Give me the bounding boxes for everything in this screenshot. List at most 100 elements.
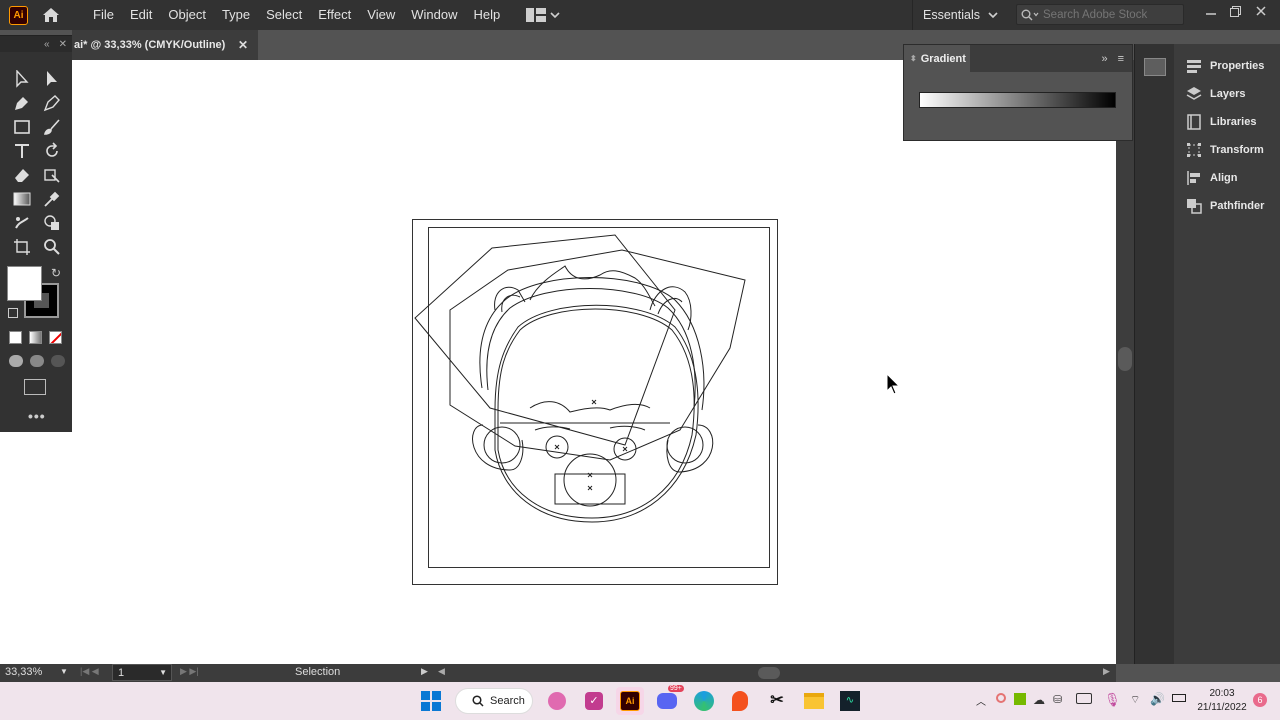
- gradient-mode-icon[interactable]: [29, 331, 42, 344]
- scroll-right-icon[interactable]: ▶: [1103, 666, 1110, 677]
- taskbar-app-pinned-2[interactable]: ✓: [580, 687, 608, 715]
- menu-edit[interactable]: Edit: [122, 0, 160, 30]
- paintbrush-tool[interactable]: [42, 117, 62, 137]
- chevron-down-icon[interactable]: ▼: [60, 667, 68, 676]
- document-tab[interactable]: ai* @ 33,33% (CMYK/Outline) ✕: [72, 30, 258, 60]
- storage-icon[interactable]: ⛁: [1053, 693, 1062, 706]
- close-panel-icon[interactable]: ✕: [59, 39, 67, 50]
- taskbar-search[interactable]: Search: [455, 688, 533, 714]
- menu-help[interactable]: Help: [465, 0, 508, 30]
- nvidia-icon[interactable]: [1014, 693, 1026, 705]
- screen-mode-icon[interactable]: [24, 379, 46, 395]
- eyedropper-tool[interactable]: [42, 189, 62, 209]
- show-hidden-icons-icon[interactable]: ︿: [976, 693, 986, 708]
- restore-button[interactable]: [1224, 0, 1246, 22]
- selection-tool[interactable]: [12, 69, 32, 89]
- draw-behind-icon[interactable]: [30, 355, 44, 367]
- menu-effect[interactable]: Effect: [310, 0, 359, 30]
- eraser-tool[interactable]: [12, 165, 32, 185]
- zoom-level[interactable]: 33,33%: [5, 666, 42, 678]
- menu-file[interactable]: File: [85, 0, 122, 30]
- gradient-tab[interactable]: ⬍ Gradient: [904, 45, 970, 72]
- rotate-tool[interactable]: [42, 141, 62, 161]
- panel-align[interactable]: Align: [1174, 164, 1280, 192]
- menu-window[interactable]: Window: [403, 0, 465, 30]
- close-window-button[interactable]: [1250, 0, 1272, 22]
- keyboard-icon[interactable]: [1076, 693, 1092, 704]
- color-mode-icon[interactable]: [9, 331, 22, 344]
- tray-app-icon[interactable]: [996, 693, 1006, 703]
- taskbar-discord[interactable]: 99+: [653, 685, 684, 715]
- direct-selection-tool[interactable]: [42, 69, 62, 89]
- rectangle-tool[interactable]: [12, 117, 32, 137]
- scale-tool[interactable]: [42, 165, 62, 185]
- home-icon[interactable]: [40, 4, 62, 26]
- menu-view[interactable]: View: [359, 0, 403, 30]
- panel-transform[interactable]: Transform: [1174, 136, 1280, 164]
- shape-builder-tool[interactable]: [42, 213, 62, 233]
- canvas-left-area[interactable]: [0, 432, 72, 664]
- taskbar-illustrator[interactable]: Ai: [616, 687, 644, 715]
- panel-menu-icon[interactable]: ≡: [1118, 53, 1124, 65]
- workspace-label: Essentials: [923, 8, 980, 22]
- minimize-button[interactable]: [1200, 0, 1222, 22]
- default-colors-icon[interactable]: [8, 308, 18, 318]
- volume-icon[interactable]: 🔊: [1150, 692, 1165, 706]
- horizontal-scroll-thumb[interactable]: [758, 667, 780, 679]
- zoom-tool[interactable]: [42, 237, 62, 257]
- scroll-left-icon[interactable]: ◀: [438, 666, 445, 677]
- gradient-tool[interactable]: [12, 189, 32, 209]
- none-mode-icon[interactable]: [49, 331, 62, 344]
- gradient-panel-icon[interactable]: [1144, 58, 1166, 76]
- panel-properties[interactable]: Properties: [1174, 52, 1280, 80]
- arrange-documents-button[interactable]: [526, 8, 560, 22]
- edit-toolbar-icon[interactable]: •••: [28, 408, 46, 424]
- close-icon: [1256, 6, 1266, 16]
- outline-artwork[interactable]: [410, 230, 750, 530]
- microphone-icon[interactable]: 🎙: [1104, 692, 1121, 708]
- wifi-icon[interactable]: ⌔: [1130, 693, 1140, 707]
- symbol-sprayer-tool[interactable]: [12, 213, 32, 233]
- pen-tool[interactable]: [12, 93, 32, 113]
- taskbar-media-app[interactable]: ∿: [836, 687, 864, 715]
- collapse-icon[interactable]: «: [44, 39, 50, 50]
- expand-panel-icon[interactable]: »: [1101, 53, 1107, 65]
- status-menu-arrow-icon[interactable]: ▶: [421, 666, 428, 677]
- fill-swatch[interactable]: [7, 266, 42, 301]
- battery-icon[interactable]: [1172, 694, 1186, 702]
- menu-object[interactable]: Object: [160, 0, 214, 30]
- menu-type[interactable]: Type: [214, 0, 258, 30]
- start-button[interactable]: [417, 687, 445, 715]
- taskbar-edge[interactable]: [690, 687, 718, 715]
- stock-search[interactable]: [1016, 4, 1184, 25]
- vertical-scroll-thumb[interactable]: [1118, 347, 1132, 371]
- taskbar-app-maps[interactable]: [726, 687, 754, 715]
- panel-pathfinder[interactable]: Pathfinder: [1174, 192, 1280, 220]
- next-artboard-icon[interactable]: ▶ ▶|: [180, 666, 199, 677]
- taskbar-app-pinned-1[interactable]: [543, 687, 571, 715]
- menu-select[interactable]: Select: [258, 0, 310, 30]
- vertical-scrollbar[interactable]: [1116, 60, 1134, 664]
- swap-fill-stroke-icon[interactable]: ↻: [51, 266, 61, 280]
- workspace-switcher[interactable]: Essentials: [912, 0, 998, 30]
- artboard-number-field[interactable]: 1 ▼: [112, 664, 172, 681]
- first-artboard-icon[interactable]: |◀ ◀: [80, 666, 99, 677]
- clock-time: 20:03: [1209, 688, 1235, 699]
- type-tool[interactable]: [12, 141, 32, 161]
- system-clock[interactable]: 20:03 21/11/2022: [1194, 687, 1250, 715]
- taskbar-capcut[interactable]: ✂: [763, 687, 791, 715]
- close-tab-icon[interactable]: ✕: [238, 38, 248, 52]
- bangs: [529, 401, 651, 413]
- panel-layers[interactable]: Layers: [1174, 80, 1280, 108]
- draw-inside-icon[interactable]: [51, 355, 65, 367]
- panel-libraries[interactable]: Libraries: [1174, 108, 1280, 136]
- taskbar-file-explorer[interactable]: [800, 687, 828, 715]
- notification-badge[interactable]: 6: [1253, 693, 1267, 707]
- draw-normal-icon[interactable]: [9, 355, 23, 367]
- onedrive-cloud-icon[interactable]: ☁: [1033, 693, 1045, 707]
- gradient-slider[interactable]: [919, 92, 1116, 108]
- curvature-tool[interactable]: [42, 93, 62, 113]
- search-input[interactable]: [1043, 8, 1181, 21]
- artboard-tool[interactable]: [12, 237, 32, 257]
- panel-libraries-label: Libraries: [1210, 116, 1257, 128]
